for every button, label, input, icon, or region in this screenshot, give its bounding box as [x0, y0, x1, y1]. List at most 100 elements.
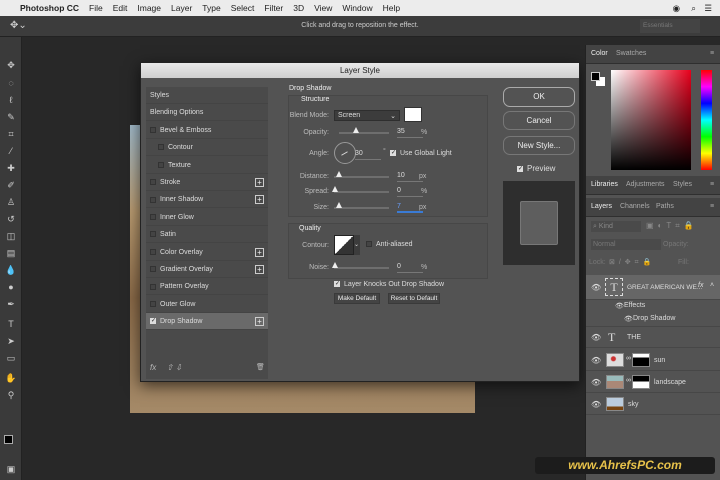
style-item[interactable]: Pattern Overlay — [146, 278, 268, 296]
eraser-tool-icon[interactable]: ◫ — [5, 230, 17, 242]
ok-button[interactable]: OK — [503, 87, 575, 107]
tab-color[interactable]: Color — [591, 50, 608, 57]
spread-slider[interactable] — [332, 186, 389, 193]
screen-mode-icon[interactable]: ▣ — [5, 463, 17, 475]
checkbox-icon[interactable] — [150, 266, 156, 273]
tab-styles[interactable]: Styles — [673, 181, 692, 188]
fx-icon[interactable]: fx — [150, 363, 156, 372]
menu-edit[interactable]: Edit — [113, 3, 128, 13]
tab-adjustments[interactable]: Adjustments — [626, 181, 665, 188]
tab-channels[interactable]: Channels — [620, 203, 650, 210]
add-effect-icon[interactable]: + — [255, 247, 264, 257]
slider-thumb[interactable] — [332, 186, 338, 192]
list-icon[interactable]: ☰ — [704, 3, 712, 14]
style-item[interactable]: Satin — [146, 226, 268, 244]
preview-checkbox[interactable]: ✓ Preview — [517, 164, 555, 173]
crop-tool-icon[interactable]: ⌗ — [5, 128, 17, 140]
tab-layers[interactable]: Layers — [591, 203, 612, 210]
style-item[interactable]: Color Overlay + — [146, 244, 268, 261]
style-item[interactable]: Styles — [146, 87, 268, 104]
move-tool-icon[interactable]: ✥ — [5, 59, 17, 71]
blend-mode-select[interactable]: Screen ⌄ — [334, 110, 400, 121]
noise-input[interactable]: 0 — [397, 263, 423, 273]
stamp-tool-icon[interactable]: ♙ — [5, 196, 17, 208]
noise-slider[interactable] — [332, 262, 389, 269]
lock-icons[interactable]: ⊠/✥⌗🔒 — [609, 258, 655, 267]
eye-icon[interactable]: 👁 — [591, 333, 601, 342]
fx-badge[interactable]: fx — [698, 282, 703, 289]
spread-input[interactable]: 0 — [397, 187, 423, 197]
checkbox-icon[interactable] — [150, 126, 156, 133]
layer-effects[interactable]: 👁 Effects — [586, 300, 720, 313]
style-item[interactable]: Blending Options — [146, 104, 268, 122]
style-item[interactable]: Bevel & Emboss — [146, 122, 268, 139]
layer-sun[interactable]: 👁 ∞ sun — [586, 350, 720, 371]
layer-sky[interactable]: 👁 sky — [586, 394, 720, 415]
pen-tool-icon[interactable]: ✒ — [5, 298, 17, 310]
tab-paths[interactable]: Paths — [656, 203, 674, 210]
checkbox-icon[interactable] — [158, 161, 164, 168]
menu-filter[interactable]: Filter — [264, 3, 283, 13]
style-item[interactable]: Contour — [146, 139, 268, 157]
hue-slider[interactable] — [701, 70, 712, 170]
tab-swatches[interactable]: Swatches — [616, 50, 646, 57]
make-default-button[interactable]: Make Default — [334, 293, 380, 304]
checkbox-icon[interactable] — [150, 231, 156, 238]
menu-help[interactable]: Help — [383, 3, 400, 13]
eye-icon[interactable]: 👁 — [591, 283, 601, 292]
opacity-slider[interactable] — [339, 127, 389, 134]
color-field[interactable] — [611, 70, 691, 170]
new-style-button[interactable]: New Style... — [503, 136, 575, 155]
checkbox-icon[interactable] — [150, 248, 156, 255]
layer-mask-thumbnail[interactable] — [632, 375, 650, 389]
link-icon[interactable]: ∞ — [626, 355, 631, 362]
layer-landscape[interactable]: 👁 ∞ landscape — [586, 372, 720, 393]
checkbox-icon[interactable] — [150, 300, 156, 307]
hand-tool-icon[interactable]: ✋ — [5, 372, 17, 384]
add-effect-icon[interactable]: + — [255, 178, 264, 187]
add-effect-icon[interactable]: + — [255, 195, 264, 205]
workspace-select[interactable]: Essentials — [640, 19, 700, 33]
checkbox-icon[interactable] — [150, 213, 156, 220]
style-item[interactable]: Gradient Overlay + — [146, 261, 268, 278]
checkbox-checked-icon[interactable]: ✓ — [150, 318, 156, 325]
menu-3d[interactable]: 3D — [293, 3, 304, 13]
move-down-icon[interactable]: ⇩ — [175, 363, 182, 372]
path-select-icon[interactable]: ➤ — [5, 335, 17, 347]
menu-window[interactable]: Window — [342, 3, 372, 13]
panel-menu-icon[interactable]: ≡ — [710, 50, 714, 57]
use-global-light-checkbox[interactable]: ✓ Use Global Light — [390, 150, 452, 157]
tab-libraries[interactable]: Libraries — [591, 181, 618, 188]
style-item[interactable]: Inner Glow — [146, 209, 268, 226]
lasso-tool-icon[interactable]: ℓ — [5, 94, 17, 106]
slider-thumb[interactable] — [336, 202, 342, 208]
filter-icons[interactable]: ▣◐T⌗🔒 — [646, 221, 698, 231]
healing-tool-icon[interactable]: ✚ — [5, 162, 17, 174]
layer-knocks-out-checkbox[interactable]: ✓ Layer Knocks Out Drop Shadow — [334, 281, 444, 288]
app-menu[interactable]: Photoshop CC — [20, 3, 79, 13]
style-item[interactable]: Stroke + — [146, 174, 268, 191]
opacity-input[interactable]: 35 — [397, 128, 423, 138]
style-item[interactable]: Texture — [146, 157, 268, 174]
menu-file[interactable]: File — [89, 3, 103, 13]
blend-mode-dropdown[interactable]: Normal — [591, 239, 661, 250]
eye-icon[interactable]: 👁 — [624, 315, 633, 323]
slider-thumb[interactable] — [353, 127, 359, 133]
type-tool-icon[interactable]: T — [5, 318, 17, 330]
angle-dial[interactable] — [334, 142, 356, 164]
style-item[interactable]: ✓ Drop Shadow + — [146, 313, 268, 331]
layer-mask-thumbnail[interactable] — [632, 353, 650, 367]
reset-to-default-button[interactable]: Reset to Default — [388, 293, 440, 304]
eye-icon[interactable]: 👁 — [591, 400, 601, 409]
foreground-color[interactable] — [591, 72, 600, 81]
add-effect-icon[interactable]: + — [255, 265, 264, 274]
anti-aliased-checkbox[interactable]: Anti-aliased — [366, 241, 413, 248]
panel-menu-icon[interactable]: ≡ — [710, 203, 714, 210]
menu-image[interactable]: Image — [137, 3, 161, 13]
eye-icon[interactable]: 👁 — [591, 356, 601, 365]
distance-slider[interactable] — [334, 171, 389, 178]
checkbox-icon[interactable] — [150, 196, 156, 203]
menu-select[interactable]: Select — [231, 3, 255, 13]
add-effect-icon[interactable]: + — [255, 317, 264, 327]
marquee-tool-icon[interactable]: ◌ — [5, 77, 17, 89]
